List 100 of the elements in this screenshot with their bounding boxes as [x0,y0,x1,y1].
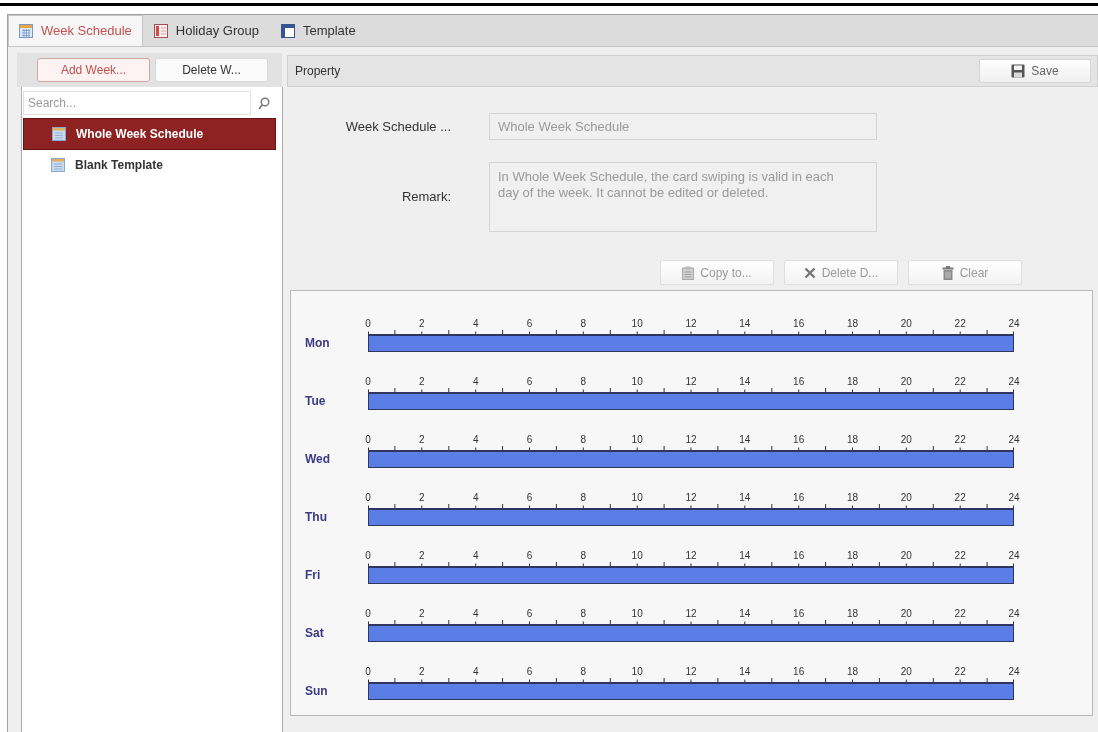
tick-label: 12 [685,666,697,678]
tick-label: 14 [739,318,751,330]
tick-label: 24 [1008,434,1020,446]
tick-label: 2 [419,550,425,562]
tick-label: 2 [419,492,425,504]
tick-label: 10 [631,492,643,504]
tick-label: 22 [954,666,966,678]
tab[interactable]: Template [269,15,367,46]
tick-label: 6 [526,318,533,330]
tick-label: 16 [793,434,805,446]
tick-label: 18 [846,550,859,562]
panel-title: Property [295,63,341,80]
tick-label: 6 [526,376,533,388]
tick-label: 20 [900,376,912,388]
tick-label: 4 [472,434,479,446]
tick-label: 24 [1008,376,1020,388]
tick-label: 8 [580,492,587,504]
tick-label: 22 [954,492,966,504]
tick-label: 0 [365,666,371,678]
tick-label: 16 [793,376,805,388]
tick-label: 14 [739,492,751,504]
tick-label: 6 [526,550,533,562]
day-label: Tue [304,393,327,409]
tick-label: 2 [419,608,425,620]
tick-label: 14 [739,666,751,678]
tick-label: 0 [365,434,371,446]
tick-label: 24 [1008,318,1020,330]
tick-label: 12 [685,608,697,620]
tick-label: 0 [365,608,371,620]
list-icon [153,23,168,38]
tab[interactable]: Holiday Group [142,15,270,46]
tick-label: 16 [793,608,805,620]
list-item[interactable]: Whole Week Schedule [23,118,276,150]
field-label: Remark: [400,188,452,207]
trash-icon [941,265,954,280]
tick-label: 8 [580,318,587,330]
tick-label: 2 [419,666,425,678]
save-button[interactable]: Save [979,59,1091,83]
tick-label: 12 [685,434,697,446]
add-button[interactable]: Add Week... [37,58,150,82]
tick-label: 4 [472,492,479,504]
tick-label: 16 [793,550,805,562]
tick-label: 18 [846,318,859,330]
tick-label: 14 [739,376,751,388]
list-item[interactable]: Blank Template [23,150,276,180]
tick-label: 14 [739,608,751,620]
tick-label: 24 [1008,550,1020,562]
tick-label: 8 [580,608,587,620]
tick-label: 16 [793,318,805,330]
tick-label: 8 [580,550,587,562]
tick-label: 24 [1008,492,1020,504]
tick-label: 4 [472,376,479,388]
tick-label: 20 [900,608,912,620]
tick-label: 18 [846,666,859,678]
window-icon [280,23,295,38]
tick-label: 14 [739,434,751,446]
tick-label: 0 [365,492,371,504]
tick-label: 0 [365,550,371,562]
tick-label: 18 [846,608,859,620]
tick-label: 0 [365,376,371,388]
tick-label: 22 [954,318,966,330]
tick-label: 12 [685,376,697,388]
tick-label: 22 [954,376,966,388]
tick-label: 4 [472,666,479,678]
day-label: Thu [304,509,328,525]
tick-label: 20 [900,550,912,562]
search-field[interactable]: Search... [23,91,251,115]
tick-label: 18 [846,376,859,388]
tick-label: 4 [472,608,479,620]
tick-label: 22 [954,550,966,562]
search-icon [257,96,270,110]
tick-label: 10 [631,550,643,562]
tick-label: 8 [580,666,587,678]
tick-label: 8 [580,376,587,388]
day-label: Mon [304,335,331,351]
tick-label: 16 [793,492,805,504]
tick-label: 8 [580,434,587,446]
tab[interactable]: Week Schedule [8,15,143,46]
tick-label: 10 [631,608,643,620]
calendar-icon [52,127,66,141]
tick-label: 10 [631,376,643,388]
day-label: Sat [304,625,325,641]
field-label: Week Schedule ... [344,117,452,136]
tick-label: 24 [1008,608,1020,620]
tick-label: 24 [1008,666,1020,678]
tick-label: 2 [419,318,425,330]
tick-label: 20 [900,434,912,446]
tick-label: 20 [900,666,912,678]
tick-label: 6 [526,608,533,620]
tick-label: 20 [900,492,912,504]
delete-button[interactable]: Delete W... [155,58,268,82]
tick-label: 4 [472,318,479,330]
day-label: Sun [304,683,329,699]
tick-label: 10 [631,318,643,330]
tick-label: 0 [365,318,371,330]
tick-label: 12 [685,492,697,504]
calendar-icon [19,24,33,38]
tick-label: 20 [900,318,912,330]
tick-label: 18 [846,492,859,504]
cross-icon [803,266,816,279]
